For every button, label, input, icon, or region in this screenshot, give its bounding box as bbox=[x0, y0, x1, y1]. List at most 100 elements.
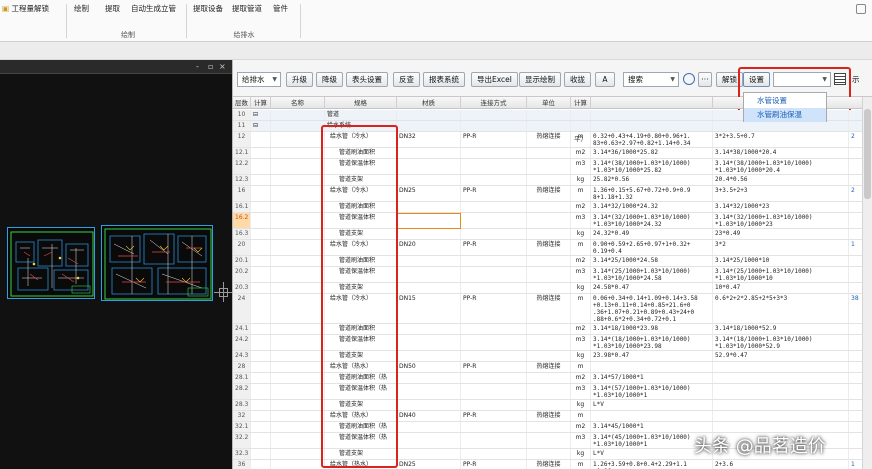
cell-r[interactable] bbox=[849, 400, 863, 410]
cell-r[interactable]: 1 bbox=[849, 240, 863, 255]
export-excel-button[interactable]: 导出Excel bbox=[471, 72, 518, 87]
fittings-button[interactable]: 管件 bbox=[273, 3, 288, 14]
cell-formula[interactable]: 0.90+0.59+2.65+0.97+1+0.32+ 0.19+0.4 bbox=[591, 240, 713, 255]
cell-pos[interactable] bbox=[271, 202, 325, 212]
cell-layer[interactable] bbox=[251, 267, 271, 282]
cell-conn[interactable] bbox=[527, 121, 571, 131]
cell-formula[interactable]: 1.36+0.15+5.67+0.72+0.9+0.9 8+1.18+1.32 bbox=[591, 186, 713, 201]
cell-unit[interactable]: m bbox=[571, 240, 591, 255]
cell-f2[interactable] bbox=[713, 422, 849, 432]
cell-formula[interactable]: 3.14*57/1000*1 bbox=[591, 373, 713, 383]
cell-f2[interactable]: 23*0.49 bbox=[713, 229, 849, 239]
cell-r[interactable] bbox=[849, 422, 863, 432]
column-header[interactable]: 材质 bbox=[397, 97, 461, 109]
cell-r[interactable] bbox=[849, 449, 863, 459]
cell-layer[interactable] bbox=[251, 294, 271, 323]
cell-unit[interactable]: m3 bbox=[571, 384, 591, 399]
cell-conn[interactable] bbox=[527, 175, 571, 185]
cell-formula[interactable]: 1.26+3.59+0.8+0.4+2.29+1.1 +0.96 bbox=[591, 460, 713, 469]
system-select[interactable]: 给排水 ▼ bbox=[237, 72, 281, 87]
cell-conn[interactable] bbox=[527, 335, 571, 350]
cell-unit[interactable]: m bbox=[571, 411, 591, 421]
cell-spec[interactable] bbox=[397, 449, 461, 459]
cell-r[interactable]: 2 bbox=[849, 186, 863, 201]
cell-mat[interactable] bbox=[461, 256, 527, 266]
cell-pos[interactable] bbox=[271, 267, 325, 282]
cell-pos[interactable] bbox=[271, 148, 325, 158]
column-header[interactable]: 名称 bbox=[271, 97, 325, 109]
cell-pos[interactable] bbox=[271, 400, 325, 410]
cell-r[interactable] bbox=[849, 121, 863, 131]
cell-unit[interactable]: m bbox=[571, 186, 591, 201]
downgrade-button[interactable]: 降级 bbox=[316, 72, 343, 87]
cell-f2[interactable] bbox=[713, 121, 849, 131]
cell-mat[interactable] bbox=[461, 213, 527, 228]
cell-unit[interactable]: m2 bbox=[571, 324, 591, 334]
cell-unit[interactable]: m bbox=[571, 460, 591, 469]
active-cell-highlight[interactable] bbox=[397, 213, 461, 229]
cell-r[interactable] bbox=[849, 229, 863, 239]
cell-spec[interactable] bbox=[397, 159, 461, 174]
cell-spec[interactable]: DN25 bbox=[397, 460, 461, 469]
cell-spec[interactable] bbox=[397, 335, 461, 350]
cell-layer[interactable] bbox=[251, 384, 271, 399]
cell-formula[interactable] bbox=[591, 362, 713, 372]
cell-conn[interactable]: 热熔连接 bbox=[527, 240, 571, 255]
cell-layer[interactable] bbox=[251, 213, 271, 228]
cell-pos[interactable] bbox=[271, 132, 325, 147]
cell-conn[interactable] bbox=[527, 148, 571, 158]
drawing-canvas[interactable]: - ▫ × bbox=[0, 60, 232, 469]
more-button[interactable]: ··· bbox=[698, 72, 712, 87]
cell-conn[interactable]: 热熔连接 bbox=[527, 460, 571, 469]
cell-f2[interactable] bbox=[713, 384, 849, 399]
cell-formula[interactable]: 3.14*(57/1000+1.03*10/1000) *1.03*10/100… bbox=[591, 384, 713, 399]
cell-conn[interactable] bbox=[527, 422, 571, 432]
cell-formula[interactable]: 3.14*(32/1000+1.03*10/1000) *1.03*10/100… bbox=[591, 213, 713, 228]
cell-r[interactable]: 1 bbox=[849, 460, 863, 469]
cell-layer[interactable] bbox=[251, 240, 271, 255]
cell-mat[interactable] bbox=[461, 283, 527, 293]
cell-r[interactable] bbox=[849, 148, 863, 158]
cell-conn[interactable] bbox=[527, 324, 571, 334]
extract-equipment-button[interactable]: 提取设备 bbox=[193, 3, 223, 14]
cell-spec[interactable] bbox=[397, 400, 461, 410]
cell-spec[interactable] bbox=[397, 433, 461, 448]
cell-formula[interactable]: 3.14*36/1000*25.82 bbox=[591, 148, 713, 158]
cell-r[interactable] bbox=[849, 110, 863, 120]
cell-pos[interactable] bbox=[271, 373, 325, 383]
cell-conn[interactable] bbox=[527, 267, 571, 282]
cell-mat[interactable]: PP-R bbox=[461, 460, 527, 469]
cell-pos[interactable] bbox=[271, 283, 325, 293]
cell-unit[interactable]: m2 bbox=[571, 202, 591, 212]
cell-pos[interactable] bbox=[271, 362, 325, 372]
cell-formula[interactable]: 24.32*0.49 bbox=[591, 229, 713, 239]
pipe-insulation-menu-item[interactable]: 水管刷油保温 bbox=[744, 108, 826, 122]
cell-formula[interactable] bbox=[591, 121, 713, 131]
cell-unit[interactable]: kg bbox=[571, 229, 591, 239]
cell-unit[interactable]: m2 bbox=[571, 148, 591, 158]
cell-unit[interactable]: m bbox=[571, 294, 591, 323]
cell-conn[interactable]: 热熔连接 bbox=[527, 294, 571, 323]
cell-formula[interactable]: 3.14*25/1000*24.58 bbox=[591, 256, 713, 266]
cell-mat[interactable]: PP-R bbox=[461, 240, 527, 255]
cell-unit[interactable]: m2 bbox=[571, 422, 591, 432]
column-header[interactable]: 计算部位 bbox=[251, 97, 271, 119]
column-header[interactable]: 层数 bbox=[233, 97, 251, 109]
cell-pos[interactable] bbox=[271, 159, 325, 174]
cell-mat[interactable] bbox=[461, 159, 527, 174]
cell-formula[interactable]: 3.14*(18/1000+1.03*10/1000) *1.03*10/100… bbox=[591, 335, 713, 350]
cell-layer[interactable] bbox=[251, 324, 271, 334]
extract-pipe-button[interactable]: 提取管道 bbox=[232, 3, 262, 14]
cell-layer[interactable] bbox=[251, 256, 271, 266]
cell-spec[interactable] bbox=[397, 110, 461, 120]
cell-f2[interactable]: 3.14*(25/1000+1.03*10/1000) *1.03*10/100… bbox=[713, 267, 849, 282]
floorplan-thumbnail-1[interactable] bbox=[7, 227, 95, 299]
cell-conn[interactable] bbox=[527, 213, 571, 228]
cell-r[interactable] bbox=[849, 411, 863, 421]
report-system-button[interactable]: 报表系统 bbox=[423, 72, 465, 87]
cell-r[interactable] bbox=[849, 384, 863, 399]
cell-f2[interactable]: 3.14*32/1000*23 bbox=[713, 202, 849, 212]
cell-layer[interactable] bbox=[251, 132, 271, 147]
cell-layer[interactable] bbox=[251, 148, 271, 158]
column-header[interactable]: 计算式（水平） bbox=[571, 97, 591, 143]
